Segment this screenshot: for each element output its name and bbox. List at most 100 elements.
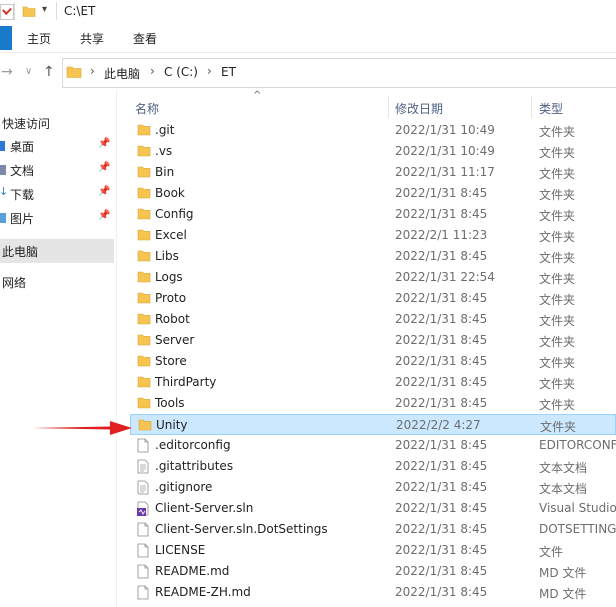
text-file-icon — [137, 480, 149, 498]
file-type: 文件夹 — [539, 335, 576, 349]
file-modified-date: 2022/1/31 8:45 — [395, 312, 488, 326]
file-row[interactable]: .git 2022/1/31 10:49 文件夹 — [130, 120, 616, 141]
column-header-date[interactable]: 修改日期 — [395, 100, 443, 122]
column-header-type[interactable]: 类型 — [539, 100, 563, 122]
file-modified-date: 2022/1/31 8:45 — [395, 501, 488, 515]
file-row[interactable]: Logs 2022/1/31 22:54 文件夹 — [130, 267, 616, 288]
file-row[interactable]: Bin 2022/1/31 11:17 文件夹 — [130, 162, 616, 183]
breadcrumb-et[interactable]: ET — [221, 65, 236, 79]
file-type: 文件夹 — [539, 167, 576, 181]
file-modified-date: 2022/2/2 4:27 — [396, 418, 481, 432]
file-row[interactable]: .gitattributes 2022/1/31 8:45 文本文档 — [130, 456, 616, 477]
nav-item-desktop[interactable]: 桌面 📌 — [0, 135, 114, 157]
file-row[interactable]: Unity 2022/2/2 4:27 文件夹 — [130, 414, 616, 435]
file-row[interactable]: Tools 2022/1/31 8:45 文件夹 — [130, 393, 616, 414]
file-name: README-ZH.md — [155, 585, 251, 599]
nav-item-documents[interactable]: 文档 📌 — [0, 159, 114, 181]
file-modified-date: 2022/1/31 8:45 — [395, 522, 488, 536]
file-row[interactable]: Client-Server.sln 2022/1/31 8:45 Visual St… — [130, 498, 616, 519]
sort-ascending-icon: ^ — [253, 90, 262, 101]
folder-icon — [137, 228, 151, 244]
file-type: 文本文档 — [539, 482, 588, 496]
file-modified-date: 2022/1/31 8:45 — [395, 354, 488, 368]
file-name: .vs — [155, 144, 173, 158]
column-divider[interactable] — [388, 96, 389, 118]
file-name: Bin — [155, 165, 175, 179]
file-row[interactable]: Book 2022/1/31 8:45 文件夹 — [130, 183, 616, 204]
file-row[interactable]: .editorconfig 2022/1/31 8:45 EDITORCONF — [130, 435, 616, 456]
file-name: Robot — [155, 312, 190, 326]
breadcrumb-c-drive[interactable]: C (C:) — [164, 65, 198, 79]
file-name: LICENSE — [155, 543, 206, 557]
file-tab[interactable] — [0, 26, 12, 50]
nav-item-pictures[interactable]: 图片 📌 — [0, 207, 114, 229]
folder-icon — [137, 396, 151, 412]
file-type: 文件夹 — [539, 293, 576, 307]
file-type: 文件夹 — [539, 377, 576, 391]
breadcrumb-chevron-icon[interactable]: › — [90, 64, 95, 78]
file-name: Logs — [155, 270, 183, 284]
file-modified-date: 2022/1/31 8:45 — [395, 249, 488, 263]
file-type: MD 文件 — [539, 587, 587, 601]
file-name: .gitattributes — [155, 459, 234, 473]
file-name: .git — [155, 123, 175, 137]
nav-quick-access[interactable]: 快速访问 — [0, 112, 114, 134]
file-row[interactable]: Excel 2022/2/1 11:23 文件夹 — [130, 225, 616, 246]
breadcrumb-chevron-icon[interactable]: › — [150, 64, 155, 78]
folder-icon — [138, 418, 152, 434]
forward-arrow-icon[interactable]: → — [1, 64, 13, 80]
pin-icon: 📌 — [98, 210, 111, 221]
file-type: 文件夹 — [539, 146, 576, 160]
file-name: Server — [155, 333, 195, 347]
file-row[interactable]: ThirdParty 2022/1/31 8:45 文件夹 — [130, 372, 616, 393]
up-arrow-icon[interactable]: ↑ — [43, 64, 55, 80]
file-row[interactable]: Store 2022/1/31 8:45 文件夹 — [130, 351, 616, 372]
tab-home[interactable]: 主页 — [27, 30, 51, 47]
checkbox-icon[interactable] — [0, 4, 14, 20]
file-row[interactable]: Server 2022/1/31 8:45 文件夹 — [130, 330, 616, 351]
file-icon — [137, 438, 149, 456]
file-modified-date: 2022/1/31 8:45 — [395, 543, 488, 557]
file-row[interactable]: Proto 2022/1/31 8:45 文件夹 — [130, 288, 616, 309]
column-header-name[interactable]: 名称 — [135, 100, 159, 122]
tab-share[interactable]: 共享 — [80, 30, 104, 47]
file-name: Book — [155, 186, 185, 200]
pane-splitter[interactable] — [116, 90, 117, 607]
file-row[interactable]: Robot 2022/1/31 8:45 文件夹 — [130, 309, 616, 330]
quick-access-dropdown-icon[interactable]: ▾ — [42, 4, 47, 15]
file-type: 文件夹 — [539, 230, 576, 244]
file-type: Visual Studio — [539, 501, 616, 515]
file-icon — [137, 585, 149, 603]
file-row[interactable]: .vs 2022/1/31 10:49 文件夹 — [130, 141, 616, 162]
file-name: Proto — [155, 291, 187, 305]
file-type: DOTSETTING — [539, 522, 616, 536]
file-name: Excel — [155, 228, 187, 242]
file-modified-date: 2022/1/31 8:45 — [395, 585, 488, 599]
nav-item-network[interactable]: 网络 — [0, 271, 114, 293]
file-row[interactable]: Client-Server.sln.DotSettings 2022/1/31 8… — [130, 519, 616, 540]
breadcrumb-this-pc[interactable]: 此电脑 — [104, 65, 140, 82]
file-name: README.md — [155, 564, 230, 578]
file-row[interactable]: Libs 2022/1/31 8:45 文件夹 — [130, 246, 616, 267]
file-row[interactable]: .gitignore 2022/1/31 8:45 文本文档 — [130, 477, 616, 498]
red-arrow-annotation — [32, 421, 132, 435]
documents-icon — [0, 165, 6, 175]
breadcrumb-chevron-icon[interactable]: › — [207, 64, 212, 78]
file-type: MD 文件 — [539, 566, 587, 580]
tab-view[interactable]: 查看 — [133, 30, 157, 47]
file-name: Client-Server.sln.DotSettings — [155, 522, 328, 536]
address-field[interactable] — [62, 58, 616, 88]
nav-item-downloads[interactable]: ↓ 下载 📌 — [0, 183, 114, 205]
file-row[interactable]: Config 2022/1/31 8:45 文件夹 — [130, 204, 616, 225]
file-type: 文件夹 — [539, 314, 576, 328]
file-row[interactable]: LICENSE 2022/1/31 8:45 文件 — [130, 540, 616, 561]
file-row[interactable]: README.md 2022/1/31 8:45 MD 文件 — [130, 561, 616, 582]
recent-locations-icon[interactable]: ∨ — [25, 66, 32, 77]
folder-icon — [137, 375, 151, 391]
file-row[interactable]: README-ZH.md 2022/1/31 8:45 MD 文件 — [130, 582, 616, 603]
nav-item-this-pc[interactable]: 此电脑 — [0, 239, 114, 263]
folder-icon — [137, 249, 151, 265]
file-name: .editorconfig — [155, 438, 231, 452]
column-divider[interactable] — [531, 96, 532, 118]
title-separator — [56, 2, 57, 20]
